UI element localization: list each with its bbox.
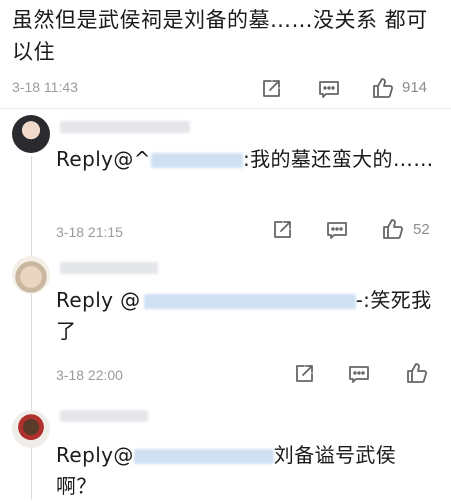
reply-time: 3-18 21:15 [56, 224, 123, 240]
reply-prefix: Reply@^ [56, 147, 151, 171]
reply-body: :我的墓还蛮大的…… [242, 147, 434, 171]
avatar[interactable] [12, 115, 50, 153]
share-icon[interactable] [259, 77, 283, 101]
reply-time: 3-18 22:00 [56, 367, 123, 383]
reply-text: Reply @ -:笑死我了 [56, 285, 436, 347]
comment-icon[interactable] [347, 362, 371, 386]
comment-icon[interactable] [325, 218, 349, 242]
comment-icon[interactable] [317, 77, 341, 101]
blurred-username [60, 410, 148, 422]
thread-line [31, 156, 32, 500]
reply-text: Reply@^ :我的墓还蛮大的…… [56, 144, 436, 175]
blurred-username [60, 262, 158, 274]
main-comment-text: 虽然但是武侯祠是刘备的墓……没关系 都可以住 [12, 8, 428, 64]
reply-prefix: Reply@ [56, 443, 134, 467]
share-icon[interactable] [270, 218, 294, 242]
like-count: 914 [402, 79, 428, 96]
blurred-mention [143, 294, 356, 309]
blurred-mention [150, 153, 243, 168]
main-comment-time: 3-18 11:43 [12, 79, 78, 95]
blurred-username [60, 121, 190, 133]
blurred-mention [133, 449, 274, 464]
reply-prefix: Reply @ [56, 288, 141, 312]
avatar[interactable] [12, 410, 50, 448]
share-icon[interactable] [292, 362, 316, 386]
like-icon[interactable] [371, 76, 395, 100]
like-icon[interactable] [381, 217, 405, 241]
like-count: 52 [413, 221, 430, 238]
like-icon[interactable] [405, 361, 429, 385]
reply-text: Reply@ 刘备谥号武侯啊？ [56, 440, 436, 502]
avatar[interactable] [12, 256, 50, 294]
divider [0, 108, 451, 109]
